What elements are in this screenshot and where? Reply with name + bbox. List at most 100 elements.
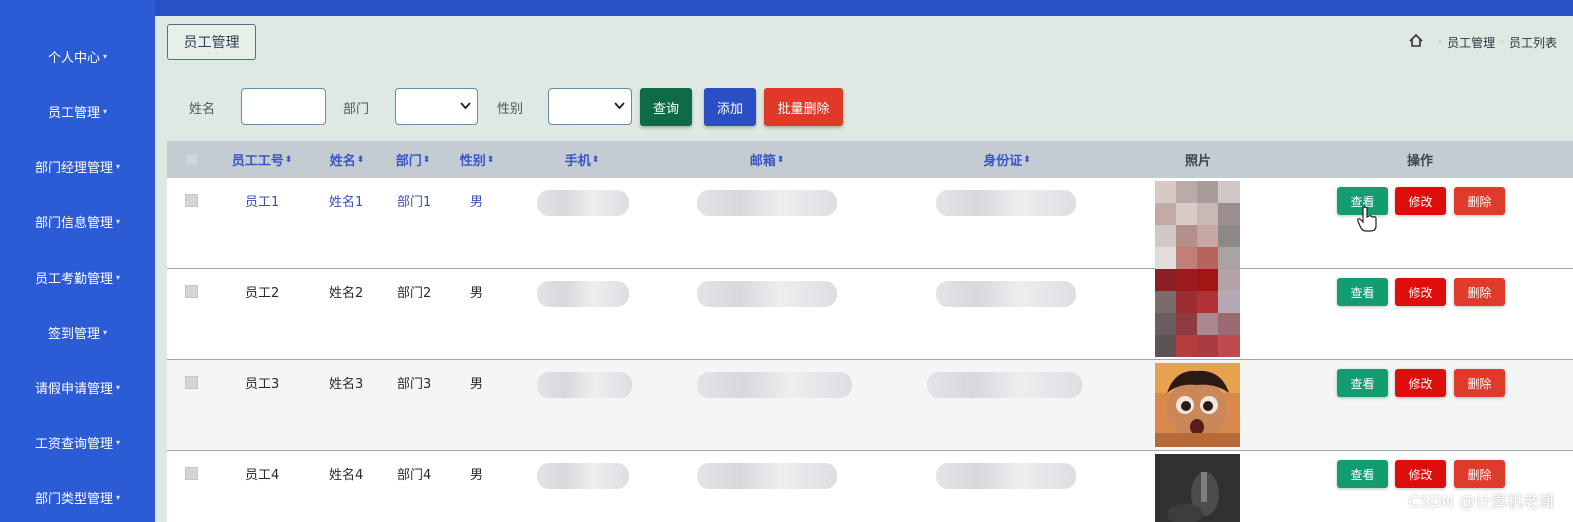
column-label: 邮箱 [749, 154, 776, 169]
employee-id: 员工1 [245, 195, 280, 210]
chevron-down-icon: ▾ [116, 382, 121, 392]
search-button[interactable]: 查询 [640, 88, 692, 126]
sidebar-item-label: 部门经理管理 [34, 160, 113, 176]
batch-delete-button[interactable]: 批量删除 [764, 88, 843, 126]
employee-name: 姓名1 [329, 195, 364, 210]
idcard-redacted [936, 281, 1076, 307]
sidebar-item-label: 员工考勤管理 [34, 271, 113, 287]
edit-button[interactable]: 修改 [1395, 187, 1446, 215]
employee-table: 员工工号 ⬍ 姓名 ⬍ 部门 ⬍ 性别 ⬍ 手机 ⬍ 邮箱 ⬍ 身份证 ⬍ 照片 操作 员工1… [167, 141, 1573, 522]
employee-dept: 部门4 [397, 468, 432, 483]
sort-icon: ⬍ [1023, 154, 1031, 165]
employee-photo [1155, 454, 1240, 522]
employee-name: 姓名3 [329, 377, 364, 392]
row-checkbox[interactable] [185, 194, 198, 207]
phone-redacted [537, 463, 629, 489]
delete-button[interactable]: 删除 [1454, 187, 1505, 215]
delete-button[interactable]: 删除 [1454, 369, 1505, 397]
breadcrumb: • 员工管理 • 员工列表 [1409, 33, 1557, 51]
phone-redacted [537, 281, 629, 307]
sort-icon: ⬍ [776, 154, 785, 165]
employee-gender: 男 [470, 286, 484, 301]
dept-select[interactable] [395, 88, 478, 125]
watermark: CSDN @计算机老哥 [1408, 492, 1555, 511]
table-header: 员工工号 ⬍ 姓名 ⬍ 部门 ⬍ 性别 ⬍ 手机 ⬍ 邮箱 ⬍ 身份证 ⬍ 照片 操作 [167, 141, 1573, 178]
column-header-email[interactable]: 邮箱 ⬍ [737, 141, 797, 178]
sidebar-item-label: 部门信息管理 [34, 215, 113, 231]
edit-button[interactable]: 修改 [1395, 460, 1446, 488]
column-header-dept[interactable]: 部门 ⬍ [390, 141, 436, 178]
sidebar-item-salary[interactable]: 工资查询管理 ▾ [0, 427, 155, 457]
chevron-down-icon: ▾ [103, 106, 108, 116]
hand-cursor-icon [1357, 206, 1377, 232]
sidebar-item-dept-info[interactable]: 部门信息管理 ▾ [0, 206, 155, 236]
delete-button[interactable]: 删除 [1454, 460, 1505, 488]
table-row: 员工2 姓名2 部门2 男 查看 修改 删除 [167, 269, 1573, 360]
breadcrumb-item[interactable]: 员工管理 [1447, 34, 1495, 51]
gender-select[interactable] [548, 88, 632, 125]
column-header-name[interactable]: 姓名 ⬍ [322, 141, 372, 178]
column-header-gender[interactable]: 性别 ⬍ [452, 141, 502, 178]
sidebar-item-label: 员工管理 [47, 105, 100, 121]
employee-gender: 男 [470, 377, 484, 392]
chevron-down-icon: ▾ [103, 327, 108, 337]
main-content: 员工管理 • 员工管理 • 员工列表 姓名 部门 性别 查询 添加 批量删除 员… [155, 16, 1573, 522]
column-header-phone[interactable]: 手机 ⬍ [552, 141, 612, 178]
top-bar [0, 0, 1573, 16]
employee-dept: 部门1 [397, 195, 432, 210]
sidebar-item-personal-center[interactable]: 个人中心 ▾ [0, 41, 155, 71]
dept-filter-label: 部门 [343, 102, 370, 117]
sort-icon: ⬍ [356, 154, 365, 165]
page-title: 员工管理 [167, 24, 256, 60]
column-label: 部门 [395, 154, 422, 169]
employee-name: 姓名4 [329, 468, 364, 483]
table-row: 员工3 姓名3 部门3 男 查看 修改 删除 [167, 360, 1573, 451]
sort-icon: ⬍ [486, 154, 495, 165]
name-search-input[interactable] [241, 88, 326, 125]
chevron-down-icon: ▾ [116, 216, 121, 226]
delete-button[interactable]: 删除 [1454, 278, 1505, 306]
column-header-idcard[interactable]: 身份证 ⬍ [967, 141, 1047, 178]
column-header-id[interactable]: 员工工号 ⬍ [227, 141, 297, 178]
phone-redacted [537, 372, 632, 398]
breadcrumb-item: 员工列表 [1508, 36, 1557, 50]
view-button[interactable]: 查看 [1337, 460, 1388, 488]
employee-id: 员工2 [245, 286, 280, 301]
sidebar-item-label: 个人中心 [47, 50, 100, 66]
view-button[interactable]: 查看 [1337, 278, 1388, 306]
employee-name: 姓名2 [329, 286, 364, 301]
sidebar-item-dept-manager[interactable]: 部门经理管理 ▾ [0, 151, 155, 181]
column-label: 姓名 [329, 154, 356, 169]
email-redacted [697, 190, 837, 216]
edit-button[interactable]: 修改 [1395, 369, 1446, 397]
email-redacted [697, 281, 837, 307]
sidebar-item-attendance[interactable]: 员工考勤管理 ▾ [0, 262, 155, 292]
sort-icon: ⬍ [591, 154, 600, 165]
idcard-redacted [936, 190, 1076, 216]
column-label: 手机 [564, 154, 591, 169]
gender-filter-label: 性别 [497, 102, 524, 117]
column-label: 身份证 [983, 154, 1023, 169]
sidebar-item-dept-type[interactable]: 部门类型管理 ▾ [0, 482, 155, 512]
table-row: 员工4 姓名4 部门4 男 查看 修改 删除 [167, 451, 1573, 522]
row-checkbox[interactable] [185, 376, 198, 389]
column-header-photo: 照片 [1184, 154, 1211, 169]
employee-gender: 男 [470, 468, 484, 483]
employee-photo [1155, 181, 1240, 269]
home-icon[interactable] [1409, 33, 1423, 51]
sidebar-item-employee[interactable]: 员工管理 ▾ [0, 96, 155, 126]
row-checkbox[interactable] [185, 467, 198, 480]
edit-button[interactable]: 修改 [1395, 278, 1446, 306]
add-button[interactable]: 添加 [704, 88, 756, 126]
sidebar-item-label: 请假申请管理 [34, 381, 113, 397]
employee-id: 员工3 [245, 377, 280, 392]
row-checkbox[interactable] [185, 285, 198, 298]
view-button[interactable]: 查看 [1337, 369, 1388, 397]
sidebar-item-label: 签到管理 [47, 326, 100, 342]
select-all-checkbox[interactable] [185, 153, 198, 166]
phone-redacted [537, 190, 629, 216]
sidebar-item-leave[interactable]: 请假申请管理 ▾ [0, 372, 155, 402]
chevron-down-icon [460, 99, 471, 113]
sidebar-item-checkin[interactable]: 签到管理 ▾ [0, 317, 155, 347]
breadcrumb-separator: • [1499, 37, 1505, 48]
